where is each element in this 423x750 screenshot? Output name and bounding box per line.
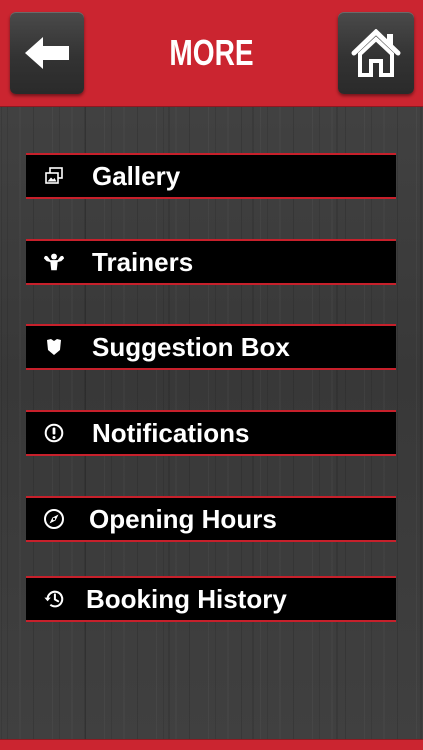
muscle-icon: [43, 251, 65, 273]
menu-item-notifications[interactable]: Notifications: [26, 410, 396, 456]
menu-item-opening-hours[interactable]: Opening Hours: [26, 496, 396, 542]
shield-icon: [43, 336, 65, 358]
gallery-icon: [43, 165, 65, 187]
history-icon: [43, 588, 65, 610]
home-icon: [351, 29, 401, 77]
menu-item-label: Opening Hours: [89, 503, 277, 534]
menu-item-label: Suggestion Box: [92, 331, 290, 362]
menu-item-label: Booking History: [86, 583, 287, 614]
bottom-bar: [0, 739, 423, 750]
menu-item-gallery[interactable]: Gallery: [26, 153, 396, 199]
menu-item-label: Trainers: [92, 246, 194, 277]
exclamation-circle-icon: [43, 422, 65, 444]
menu-item-label: Gallery: [92, 160, 181, 191]
arrow-left-icon: [25, 37, 69, 69]
page-title: MORE: [169, 32, 254, 73]
back-button[interactable]: [10, 12, 84, 94]
menu-item-suggestion-box[interactable]: Suggestion Box: [26, 324, 396, 370]
home-button[interactable]: [338, 12, 414, 94]
compass-icon: [43, 508, 65, 530]
menu-item-trainers[interactable]: Trainers: [26, 239, 396, 285]
menu-item-booking-history[interactable]: Booking History: [26, 576, 396, 622]
top-bar: MORE: [0, 0, 423, 107]
menu-item-label: Notifications: [92, 417, 250, 448]
